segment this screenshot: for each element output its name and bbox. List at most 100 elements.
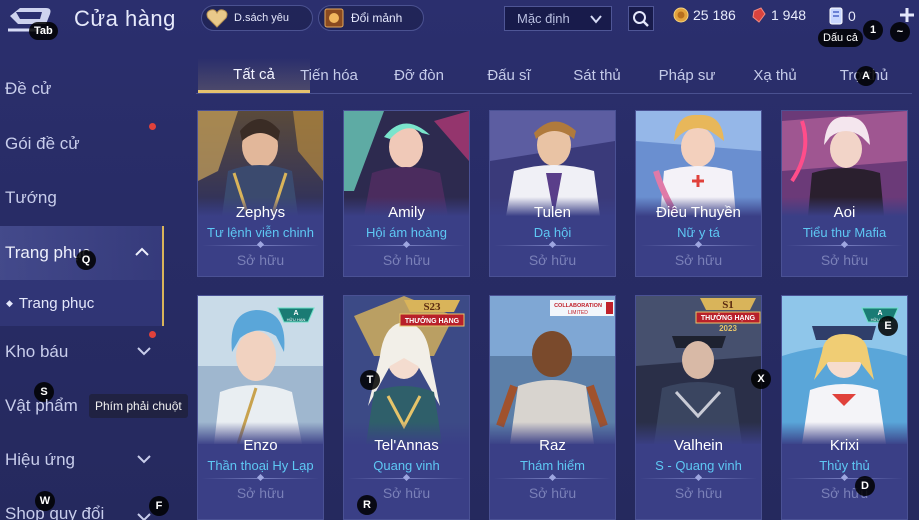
skin-card[interactable]: Aoi Tiểu thư Mafia Sở hữu xyxy=(781,110,908,277)
skin-card[interactable]: S1 THƯỞNG HẠNG 2023 Valhein S - Quang vi… xyxy=(635,295,762,520)
skin-name: Tư lệnh viễn chinh xyxy=(207,225,314,240)
card-divider xyxy=(640,245,757,246)
ruby-icon xyxy=(752,7,766,23)
sort-dropdown[interactable]: Mặc định xyxy=(504,6,612,31)
add-currency-button[interactable] xyxy=(897,5,917,25)
hero-name: Zephys xyxy=(235,204,286,221)
hotkey-t: T xyxy=(360,370,380,390)
rank-year: 2023 xyxy=(719,324,737,333)
chevron-down-icon xyxy=(590,15,602,24)
top-bar: Tab Cửa hàng D.sách yêu Đổi mảnh Mặc địn… xyxy=(0,0,919,47)
sidebar-item-featured[interactable]: Đề cử xyxy=(0,62,164,116)
card-divider xyxy=(348,245,465,246)
back-button[interactable]: Tab xyxy=(6,6,58,40)
voucher-currency[interactable]: 0 xyxy=(828,7,856,25)
sidebar-item-label: Vật phẩm xyxy=(5,396,78,415)
collab-label: COLLABORATION xyxy=(554,303,602,309)
skin-name: S - Quang vinh xyxy=(655,458,742,473)
sidebar-item-label: Kho báu xyxy=(5,342,69,361)
chevron-up-icon xyxy=(135,247,149,256)
gold-amount: 25 186 xyxy=(693,7,736,23)
ruby-currency: 1 948 xyxy=(751,7,806,23)
search-icon xyxy=(633,10,649,27)
chevron-down-icon xyxy=(137,513,151,520)
sidebar-item-featured-bundles[interactable]: Gói đề cử xyxy=(0,117,164,171)
skin-card[interactable]: COLLABORATION LIMITED Raz Thám hiểm Sở h… xyxy=(489,295,616,520)
voucher-amount: 0 xyxy=(848,8,856,24)
card-divider xyxy=(786,245,903,246)
card-divider xyxy=(202,245,319,246)
sidebar-item-label: Shop quy đổi xyxy=(5,504,105,520)
category-tabs: Tất cả Tiến hóa Đỡ đòn Đấu sĩ Sát thủ Ph… xyxy=(196,58,912,94)
wishlist-button[interactable]: D.sách yêu xyxy=(201,5,313,31)
rank-season: S1 xyxy=(722,299,734,311)
hotkey-r: R xyxy=(357,495,377,515)
skin-name: Thần thoại Hy Lạp xyxy=(207,458,314,473)
card-divider xyxy=(202,478,319,479)
tab-assassin[interactable]: Sát thủ xyxy=(558,58,636,93)
notification-dot xyxy=(149,123,156,130)
search-button[interactable] xyxy=(628,6,654,31)
tab-evolution[interactable]: Tiến hóa xyxy=(288,58,370,93)
hero-name: Aoi xyxy=(833,204,856,221)
bullet-icon: ◆ xyxy=(6,297,13,308)
skin-card[interactable]: Tulen Dạ hội Sở hữu xyxy=(489,110,616,277)
hotkey-w: W xyxy=(35,491,55,511)
tab-label: Đấu sĩ xyxy=(487,67,531,84)
hotkey-f: F xyxy=(149,496,169,516)
card-divider xyxy=(786,478,903,479)
right-click-tooltip: Phím phải chuột xyxy=(89,394,188,418)
skin-card[interactable]: Điêu Thuyền Nữ y tá Sở hữu xyxy=(635,110,762,277)
badge-text: HỮU HẠN xyxy=(287,317,306,322)
badge-letter: A xyxy=(293,310,298,317)
limited-badge-icon: A HỮU HẠN xyxy=(277,307,315,323)
tab-fighter[interactable]: Đấu sĩ xyxy=(472,58,546,93)
gold-coin-icon xyxy=(673,7,689,23)
owned-status: Sở hữu xyxy=(528,485,577,501)
hero-name: Tel'Annas xyxy=(374,437,439,454)
skin-card[interactable]: Amily Hội ám hoàng Sở hữu xyxy=(343,110,470,277)
hotkey-x: X xyxy=(751,369,771,389)
owned-status: Sở hữu xyxy=(382,252,431,268)
sidebar-item-label: Trang phục xyxy=(18,294,95,312)
rank-label: THƯỞNG HẠNG xyxy=(405,316,460,325)
card-divider xyxy=(494,478,611,479)
tab-tank[interactable]: Đỡ đòn xyxy=(380,58,458,93)
sidebar-item-exchange-shop[interactable]: Shop quy đổi xyxy=(0,487,164,520)
sidebar-item-heroes[interactable]: Tướng xyxy=(0,171,164,225)
sidebar-item-label: Tướng xyxy=(5,188,57,207)
rank-season: S23 xyxy=(423,301,441,313)
ruby-amount: 1 948 xyxy=(771,7,807,23)
skin-name: Nữ y tá xyxy=(677,225,720,240)
skin-card[interactable]: A HỮU HẠN Enzo Thần thoại Hy Lạp Sở hữu xyxy=(197,295,324,520)
hotkey-1: 1 xyxy=(863,20,883,40)
hero-name: Raz xyxy=(539,437,566,454)
hotkey-a: A xyxy=(856,66,876,86)
tab-label: Tiến hóa xyxy=(300,67,358,84)
sidebar-item-treasure[interactable]: Kho báu xyxy=(0,325,164,379)
skin-card[interactable]: S23 THƯỞNG HẠNG Tel'Annas Quang vinh Sở … xyxy=(343,295,470,520)
sidebar-subitem-skins[interactable]: ◆ Trang phục xyxy=(0,280,164,326)
chevron-down-icon xyxy=(137,455,151,464)
collab-limited: LIMITED xyxy=(568,310,588,316)
exchange-button[interactable]: Đổi mảnh xyxy=(318,5,424,31)
plus-icon xyxy=(900,8,914,22)
sidebar-item-effects[interactable]: Hiệu ứng xyxy=(0,433,164,487)
hero-name: Valhein xyxy=(674,437,723,454)
rank-reward-badge-icon: S23 THƯỞNG HẠNG xyxy=(399,300,465,327)
chevron-down-icon xyxy=(137,347,151,356)
owned-status: Sở hữu xyxy=(236,485,285,501)
sort-value: Mặc định xyxy=(517,11,570,26)
rank-reward-badge-icon: S1 THƯỞNG HẠNG 2023 xyxy=(695,298,761,333)
skin-card[interactable]: Zephys Tư lệnh viễn chinh Sở hữu xyxy=(197,110,324,277)
hotkey-d: D xyxy=(855,476,875,496)
exchange-label: Đổi mảnh xyxy=(351,11,403,25)
page-title: Cửa hàng xyxy=(74,6,176,31)
gold-currency: 25 186 xyxy=(673,7,736,23)
skin-name: Thủy thủ xyxy=(819,458,870,473)
hero-name: Điêu Thuyền xyxy=(656,204,741,221)
tab-mage[interactable]: Pháp sư xyxy=(648,58,726,93)
tab-marksman[interactable]: Xạ thủ xyxy=(738,58,812,93)
sidebar-item-label: Hiệu ứng xyxy=(5,450,75,469)
owned-status: Sở hữu xyxy=(528,252,577,268)
